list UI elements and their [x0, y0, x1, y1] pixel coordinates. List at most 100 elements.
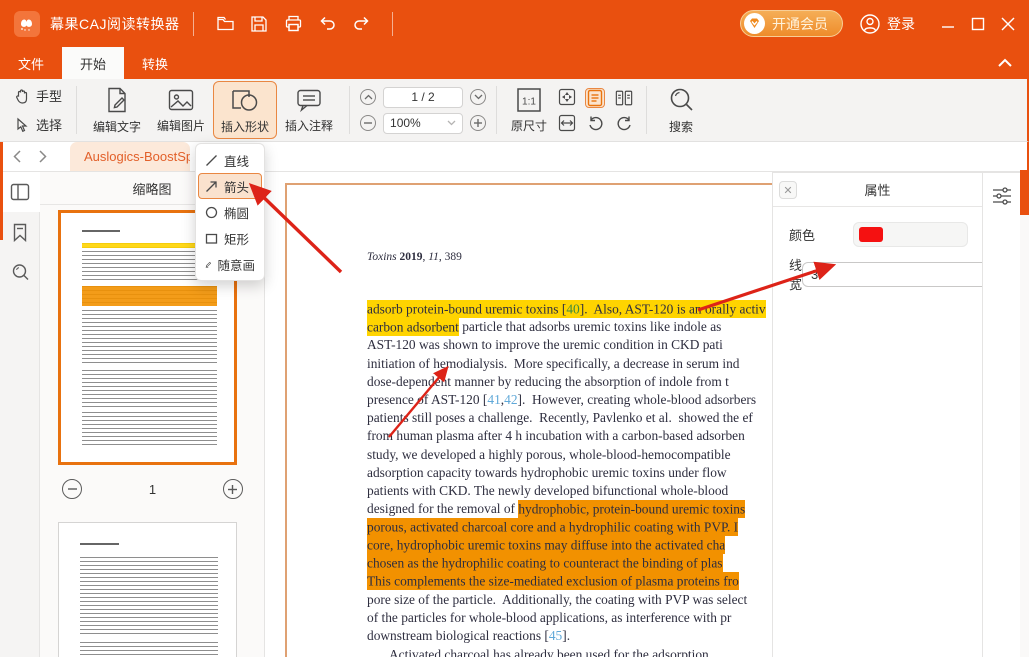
select-tool-button[interactable]: 选择 [8, 113, 68, 136]
hand-tool-button[interactable]: 手型 [8, 84, 68, 107]
color-swatch [859, 227, 883, 242]
arrow-icon [205, 180, 218, 193]
document-viewport[interactable]: Toxins 2019, 11, 389 adsorb protein-boun… [266, 172, 772, 657]
thumbnail-panel-toggle[interactable] [0, 172, 40, 212]
toolbar: 手型 选择 编辑文字 编辑图片 插入形状 插入注释 [0, 79, 1029, 142]
chevron-up-icon [364, 94, 373, 100]
document-text-line: This complements the size-mediated exclu… [367, 573, 766, 591]
chevron-right-icon [39, 150, 47, 163]
user-icon [859, 13, 881, 35]
save-button[interactable] [244, 9, 274, 39]
vertical-scrollbar[interactable] [1020, 172, 1029, 657]
page-indicator[interactable]: 1 / 2 [383, 87, 463, 108]
rectangle-icon [205, 232, 218, 245]
tab-scroll-left-button[interactable] [8, 148, 26, 166]
search-panel-toggle[interactable] [0, 252, 40, 292]
document-text-line: initiation of hemodialysis. More specifi… [367, 355, 766, 373]
zoom-out-thumbnails-button[interactable] [62, 479, 82, 499]
previous-page-button[interactable] [360, 89, 376, 105]
insert-comment-label: 插入注释 [285, 117, 333, 134]
next-page-button[interactable] [470, 89, 486, 105]
pencil-icon [205, 258, 211, 271]
insert-comment-button[interactable]: 插入注释 [277, 81, 341, 139]
document-tab[interactable]: Auslogics-BoostSp [70, 142, 190, 171]
two-page-layout-button[interactable] [614, 88, 634, 108]
color-picker-field[interactable] [853, 222, 968, 247]
rotate-left-button[interactable] [585, 113, 605, 133]
title-bar: 幕果CAJ阅读转换器 开通会员 登录 [0, 0, 1029, 47]
titlebar-separator [392, 12, 393, 36]
tab-scroll-right-button[interactable] [34, 148, 52, 166]
edit-text-icon [104, 86, 130, 114]
zoom-level-dropdown[interactable]: 100% [383, 113, 463, 134]
app-title: 幕果CAJ阅读转换器 [50, 14, 179, 34]
bookmark-panel-toggle[interactable] [0, 212, 40, 252]
rotate-right-button[interactable] [614, 113, 634, 133]
select-tool-label: 选择 [36, 115, 62, 134]
chevron-up-icon [997, 58, 1013, 68]
fit-width-button[interactable] [557, 113, 577, 133]
page-thumbnail-2[interactable] [58, 522, 237, 657]
menu-item-freehand[interactable]: 随意画 [198, 251, 262, 277]
zoom-in-thumbnails-button[interactable] [223, 479, 243, 499]
undo-button[interactable] [312, 9, 342, 39]
search-label: 搜索 [669, 118, 693, 135]
toolbar-separator [496, 86, 497, 134]
menu-item-line[interactable]: 直线 [198, 147, 262, 173]
edit-text-button[interactable]: 编辑文字 [85, 81, 149, 139]
svg-text:1:1: 1:1 [522, 96, 536, 107]
open-file-button[interactable] [210, 9, 240, 39]
plus-icon [228, 485, 237, 494]
document-text-line: designed for the removal of hydrophobic,… [367, 500, 766, 518]
document-text-line: core, hydrophobic uremic toxins may diff… [367, 536, 766, 554]
document-text-line: chosen as the hydrophilic coating to cou… [367, 555, 766, 573]
document-text-line: from human plasma after 4 h incubation w… [367, 427, 766, 445]
toolbar-separator [76, 86, 77, 134]
single-page-layout-button[interactable] [585, 88, 605, 108]
collapse-ribbon-button[interactable] [997, 47, 1013, 79]
search-button[interactable]: 搜索 [655, 81, 707, 139]
document-text-line: of the particles for whole-blood applica… [367, 609, 766, 627]
document-text-line: dose-dependent manner by reducing the ab… [367, 373, 766, 391]
chevron-down-icon [447, 120, 456, 126]
document-header: Toxins 2019, 11, 389 [367, 251, 462, 263]
hand-icon [14, 88, 30, 104]
insert-shape-button[interactable]: 插入形状 [213, 81, 277, 139]
zoom-out-button[interactable] [360, 115, 376, 131]
tab-file[interactable]: 文件 [0, 47, 62, 79]
vip-upgrade-button[interactable]: 开通会员 [740, 10, 843, 37]
fit-page-button[interactable] [557, 87, 577, 107]
edit-image-button[interactable]: 编辑图片 [149, 81, 213, 139]
tab-home[interactable]: 开始 [62, 47, 124, 79]
line-width-input[interactable] [802, 262, 996, 287]
left-scroll-indicator[interactable] [0, 142, 3, 240]
plus-icon [474, 119, 482, 127]
panel-settings-button[interactable] [991, 185, 1013, 211]
scrollbar-thumb[interactable] [1020, 170, 1029, 215]
zoom-in-button[interactable] [470, 115, 486, 131]
document-text-line: patients with CKD. The newly developed b… [367, 482, 766, 500]
titlebar-separator [193, 12, 194, 36]
document-tab-label: Auslogics-BoostSp [84, 149, 190, 164]
cursor-icon [14, 117, 30, 133]
maximize-button[interactable] [963, 9, 993, 39]
actual-size-button[interactable]: 1:1 原尺寸 [505, 81, 553, 139]
login-label: 登录 [887, 14, 915, 34]
tab-convert[interactable]: 转换 [124, 47, 186, 79]
redo-button[interactable] [346, 9, 376, 39]
menu-item-ellipse[interactable]: 椭圆 [198, 199, 262, 225]
document-text-line: adsorb protein-bound uremic toxins [40].… [367, 300, 766, 318]
toolbar-separator [646, 86, 647, 134]
minimize-button[interactable] [933, 9, 963, 39]
close-button[interactable] [993, 9, 1023, 39]
menu-item-arrow[interactable]: 箭头 [198, 173, 262, 199]
close-properties-button[interactable]: ✕ [779, 181, 797, 199]
menu-item-rectangle[interactable]: 矩形 [198, 225, 262, 251]
rotate-left-icon [587, 114, 604, 131]
print-button[interactable] [278, 9, 308, 39]
insert-comment-icon [295, 87, 323, 113]
sliders-icon [991, 185, 1013, 207]
rotate-right-icon [616, 114, 633, 131]
document-text-line: downstream biological reactions [45]. [367, 627, 766, 645]
login-button[interactable]: 登录 [859, 13, 915, 35]
